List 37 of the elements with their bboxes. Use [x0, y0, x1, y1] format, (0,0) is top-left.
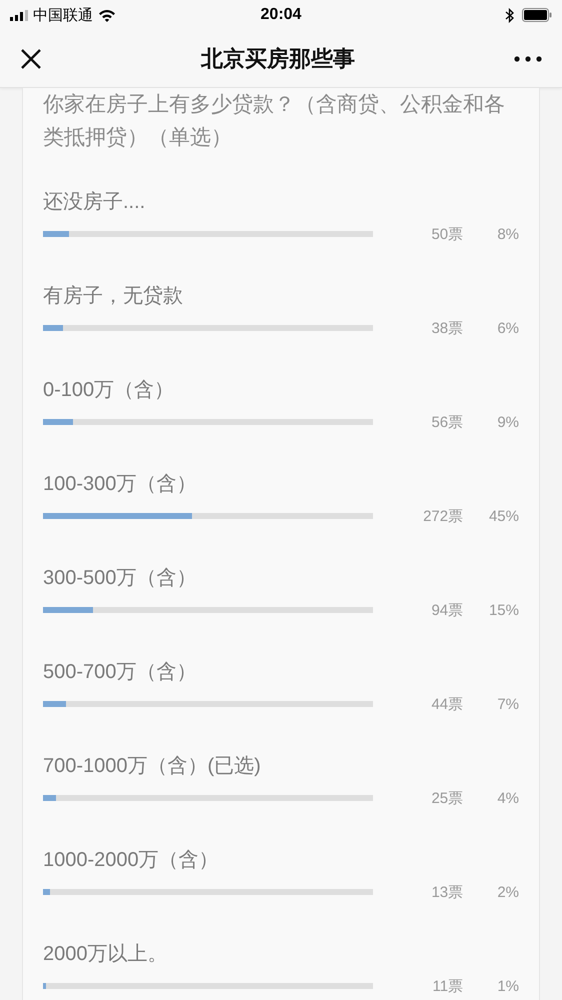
- vote-percent: 9%: [496, 414, 519, 430]
- vote-count: 50票: [430, 224, 464, 244]
- vote-count: 56票: [430, 412, 464, 432]
- vote-count: 25票: [430, 788, 464, 808]
- vote-percent: 7%: [496, 696, 519, 712]
- clock-time: 20:04: [260, 6, 302, 23]
- vote-count: 11票: [432, 976, 464, 996]
- option-label: 1000-2000万（含）: [43, 848, 220, 873]
- vote-percent: 2%: [496, 884, 519, 900]
- option-label: 还没房子....: [43, 190, 146, 215]
- vote-count: 94票: [430, 600, 464, 620]
- vote-percent: 45%: [488, 508, 519, 524]
- vote-percent: 6%: [496, 320, 519, 336]
- option-label: 700-1000万（含）(已选): [43, 754, 262, 779]
- vote-percent: 1%: [496, 978, 519, 994]
- vote-count: 272票: [422, 506, 464, 526]
- bluetooth-icon: [505, 8, 514, 22]
- option-label: 300-500万（含）: [43, 566, 198, 591]
- vote-count: 38票: [430, 318, 464, 338]
- signal-icon: [10, 10, 28, 20]
- option-label: 500-700万（含）: [43, 660, 198, 685]
- option-label: 0-100万（含）: [43, 378, 176, 403]
- carrier-name: 中国联通: [33, 6, 93, 24]
- vote-count: 44票: [430, 694, 464, 714]
- vote-count: 13票: [430, 882, 464, 902]
- vote-percent: 4%: [496, 790, 519, 806]
- option-label: 2000万以上。: [43, 942, 168, 967]
- wifi-icon: [98, 8, 116, 22]
- option-label: 100-300万（含）: [43, 472, 198, 497]
- page-title: 北京买房那些事: [200, 44, 356, 72]
- vote-percent: 8%: [496, 226, 519, 242]
- more-icon[interactable]: [514, 56, 542, 62]
- poll-question: 你家在房子上有多少贷款？（含商贷、公积金和各类抵押贷）（单选）: [43, 92, 506, 151]
- close-icon[interactable]: [20, 48, 42, 70]
- option-label: 有房子，无贷款: [43, 284, 184, 309]
- battery-icon: [522, 8, 552, 22]
- vote-percent: 15%: [488, 602, 519, 618]
